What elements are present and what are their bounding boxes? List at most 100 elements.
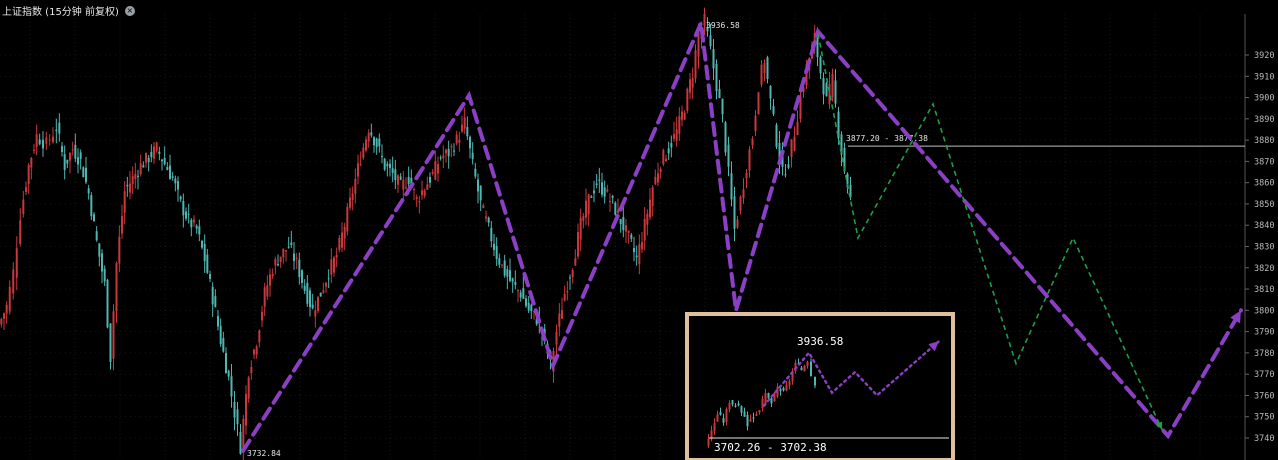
candle-body xyxy=(627,230,630,233)
candle-body xyxy=(474,168,477,177)
candle-body xyxy=(646,213,649,225)
candle-body xyxy=(55,129,58,131)
candle-body xyxy=(359,164,362,166)
y-tick-label: 3880 xyxy=(1254,136,1274,146)
candle-body xyxy=(598,179,601,181)
candle-body xyxy=(485,216,487,219)
inset-panel: 3936.58 3702.26 - 3702.38 xyxy=(685,312,955,460)
candle-body xyxy=(495,245,498,259)
candle-body xyxy=(498,258,501,265)
candle-body xyxy=(785,384,788,391)
grid xyxy=(0,14,1246,460)
candle-body xyxy=(619,219,622,225)
candle-body xyxy=(8,286,11,312)
candle-body xyxy=(12,269,15,294)
candle-body xyxy=(831,73,834,98)
candle-body xyxy=(319,292,322,297)
candle-body xyxy=(42,139,44,149)
candle-body xyxy=(689,79,691,93)
candle-body xyxy=(571,270,574,278)
candle-body xyxy=(98,243,101,257)
candle-body xyxy=(725,408,728,422)
candle-body xyxy=(733,196,736,229)
candle-body xyxy=(487,217,490,223)
low-price-label: 3732.84 xyxy=(247,449,281,458)
candle-body xyxy=(163,157,166,165)
candle-body xyxy=(442,155,445,159)
candle-body xyxy=(418,201,421,203)
y-tick-label: 3800 xyxy=(1254,306,1274,316)
candle-body xyxy=(274,259,277,266)
candle-body xyxy=(290,242,293,246)
candle-body xyxy=(740,406,743,413)
candle-body xyxy=(450,145,453,148)
candle-body xyxy=(758,410,761,413)
candle-body xyxy=(694,50,697,79)
candle-body xyxy=(746,414,749,427)
candle-body xyxy=(90,195,93,217)
inset-bottom-label: 3702.26 - 3702.38 xyxy=(714,441,827,454)
candle-body xyxy=(145,152,147,163)
candle-body xyxy=(314,310,317,317)
candle-body xyxy=(649,199,651,218)
candle-body xyxy=(405,187,407,189)
candle-body xyxy=(169,165,171,180)
candle-body xyxy=(654,176,657,185)
candle-body xyxy=(511,278,514,282)
candle-body xyxy=(463,117,466,129)
candle-body xyxy=(22,199,25,214)
close-icon[interactable]: × xyxy=(124,5,135,16)
candle-body xyxy=(402,179,405,190)
candle-body xyxy=(775,124,778,147)
candle-body xyxy=(527,302,530,311)
candle-body xyxy=(370,132,373,136)
candle-body xyxy=(338,237,341,250)
candle-body xyxy=(788,381,791,386)
candle-body xyxy=(52,136,54,143)
candle-body xyxy=(730,173,733,200)
y-tick-label: 3810 xyxy=(1254,285,1274,295)
y-tick-label: 3860 xyxy=(1254,179,1274,189)
candle-body xyxy=(293,253,295,261)
candle-body xyxy=(751,138,754,146)
candle-body xyxy=(603,187,606,197)
candle-body xyxy=(61,146,63,153)
candle-body xyxy=(343,226,346,239)
candle-body xyxy=(728,402,731,410)
y-tick-label: 3890 xyxy=(1254,115,1274,125)
candle-body xyxy=(806,361,809,367)
candle-body xyxy=(185,211,187,219)
candle-body xyxy=(362,147,365,158)
candle-body xyxy=(506,269,509,277)
candle-body xyxy=(767,392,770,399)
candle-body xyxy=(743,411,746,417)
candle-body xyxy=(115,263,118,312)
candle-body xyxy=(590,196,593,198)
candle-body xyxy=(563,293,566,301)
candle-body xyxy=(19,220,22,245)
candle-body xyxy=(230,376,233,397)
candle-body xyxy=(766,57,769,79)
y-tick-label: 3920 xyxy=(1254,51,1274,61)
candle-body xyxy=(66,159,69,164)
candle-body xyxy=(683,112,686,120)
candle-body xyxy=(426,184,429,190)
candle-body xyxy=(158,151,161,154)
candle-body xyxy=(217,316,219,327)
candle-body xyxy=(724,122,727,153)
y-tick-label: 3820 xyxy=(1254,264,1274,274)
candle-body xyxy=(330,259,333,275)
candle-body xyxy=(517,290,519,292)
candle-body xyxy=(101,253,103,272)
candle-body xyxy=(3,313,5,319)
y-tick-label: 3910 xyxy=(1254,72,1274,82)
candle-body xyxy=(569,277,571,279)
candle-body xyxy=(351,193,354,200)
candle-body xyxy=(139,163,142,175)
candle-body xyxy=(530,304,533,311)
candle-body xyxy=(365,139,367,151)
candle-body xyxy=(381,155,383,157)
candle-body xyxy=(327,278,330,280)
candle-body xyxy=(211,286,214,305)
candle-body xyxy=(657,173,659,183)
